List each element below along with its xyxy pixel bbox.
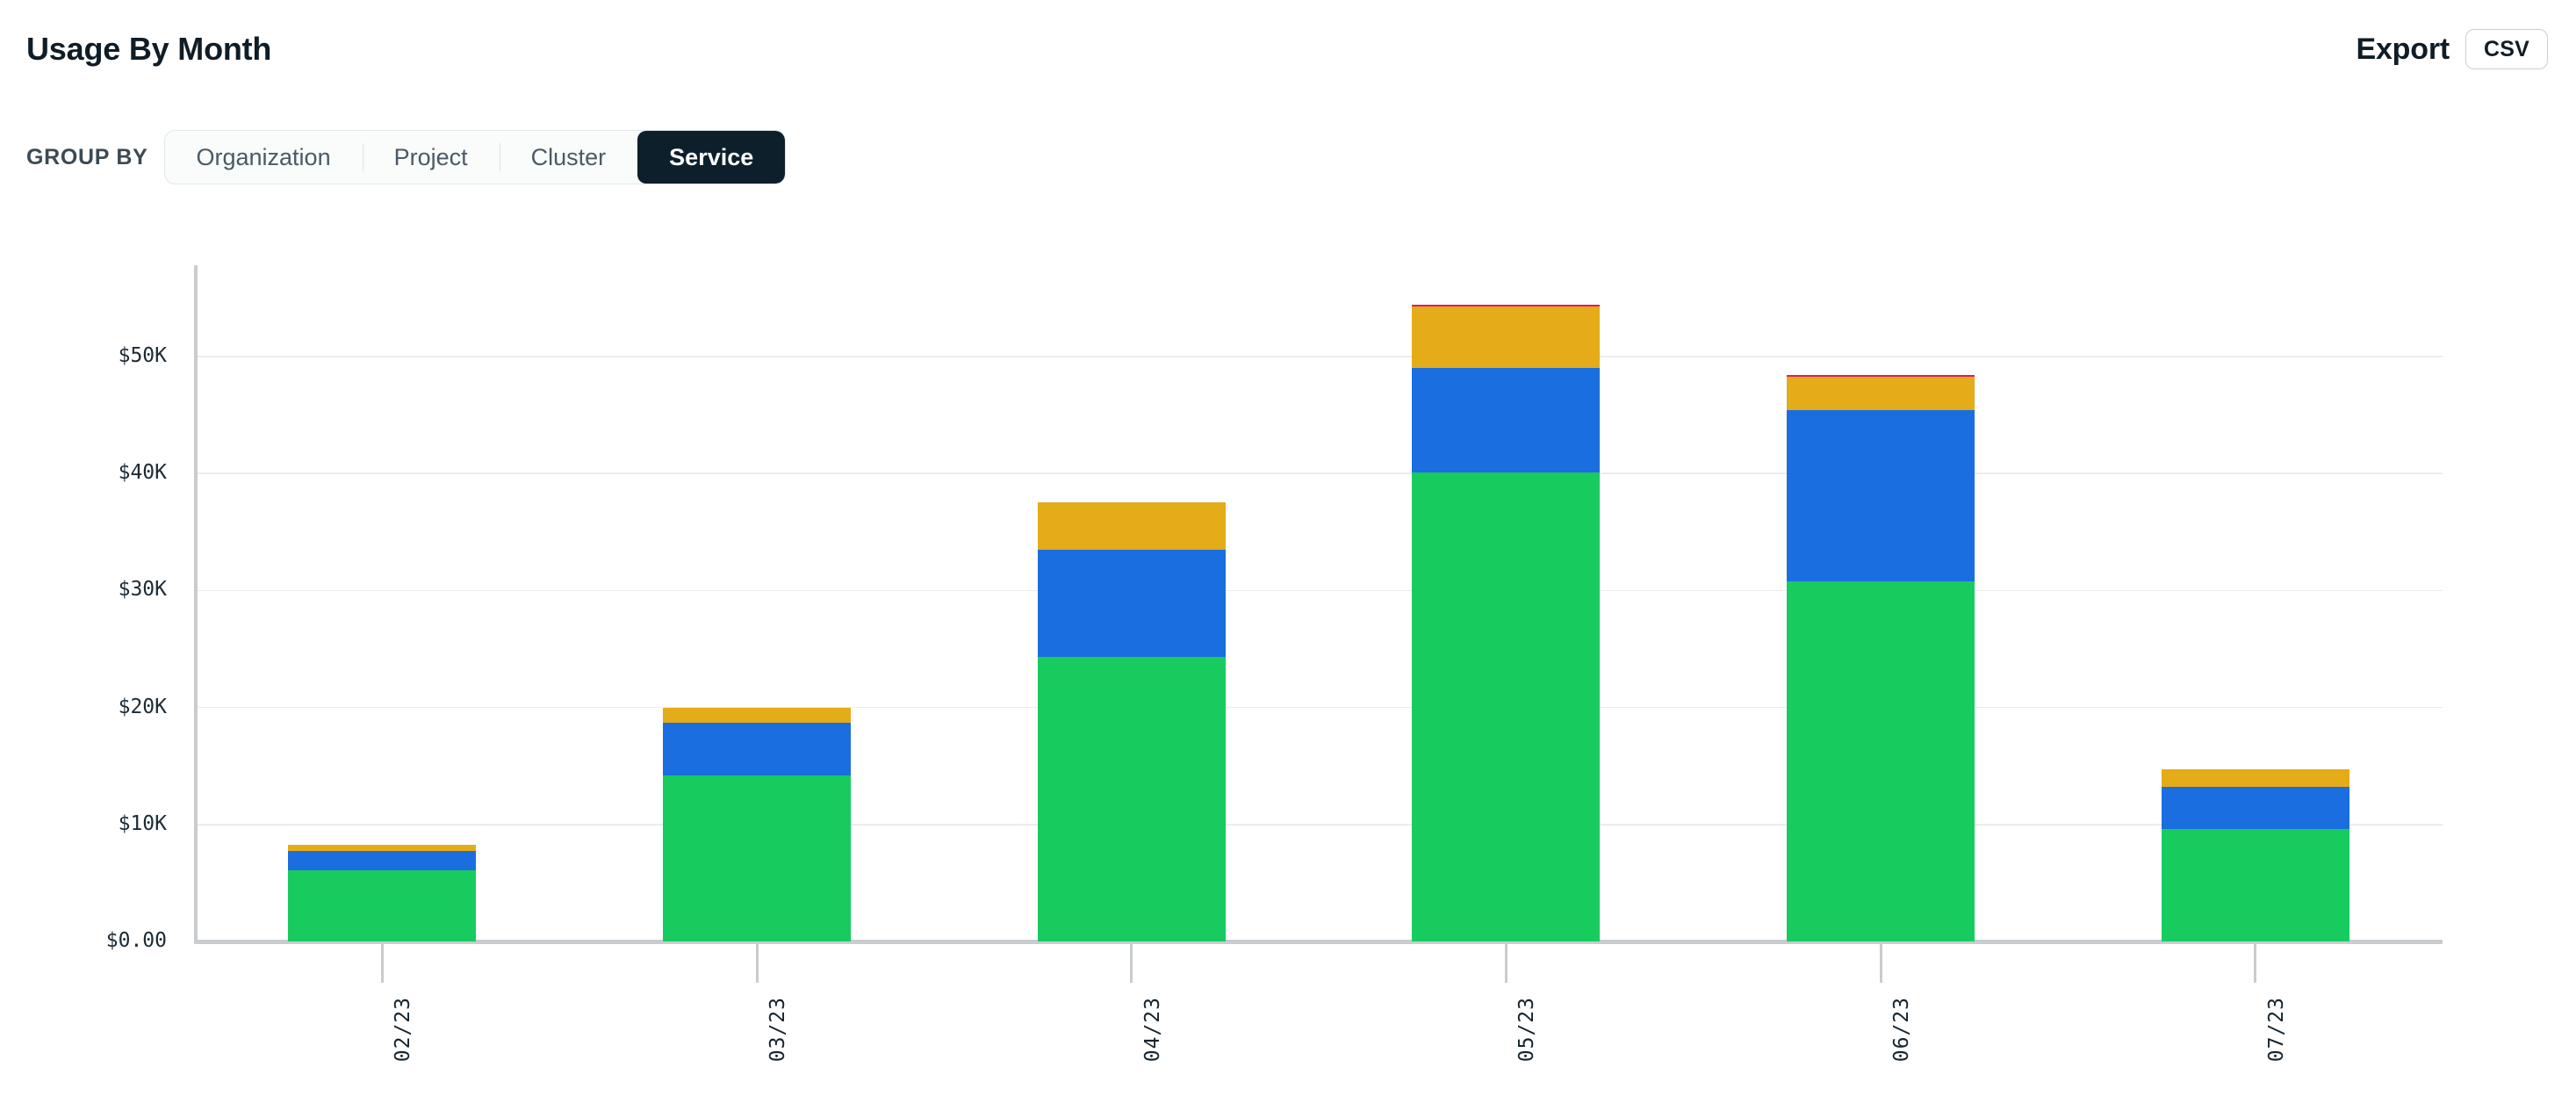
bar-segment-blue	[1787, 410, 1975, 581]
bar-05-23[interactable]	[1412, 304, 1601, 941]
gridline	[195, 472, 2443, 474]
group-by-option-organization[interactable]: Organization	[165, 131, 363, 184]
x-axis-tick	[380, 944, 384, 983]
gridline	[195, 824, 2443, 826]
x-axis-tick	[755, 944, 759, 983]
bar-segment-yellow	[2161, 769, 2349, 788]
x-axis-tick-label: 07/23	[2264, 997, 2288, 1063]
export-group: Export CSV	[2356, 29, 2548, 69]
x-axis-tick-label: 05/23	[1515, 997, 1539, 1063]
export-label: Export	[2356, 32, 2450, 66]
usage-by-month-page: Usage By Month Export CSV GROUP BY Organ…	[0, 0, 2576, 1096]
bar-07-23[interactable]	[2161, 769, 2349, 941]
bar-segment-blue	[1037, 549, 1226, 658]
y-axis-tick-label: $40K	[118, 461, 167, 485]
bar-06-23[interactable]	[1787, 374, 1975, 941]
bar-segment-yellow	[1787, 376, 1975, 411]
group-by-segmented-control[interactable]: Organization Project Cluster Service	[163, 130, 787, 184]
page-header: Usage By Month Export CSV	[0, 0, 2576, 98]
bar-segment-green	[1412, 472, 1601, 941]
x-axis-tick-label: 03/23	[766, 997, 789, 1063]
gridline	[195, 589, 2443, 592]
bar-segment-green	[1787, 580, 1975, 941]
bar-segment-yellow	[1037, 502, 1226, 550]
bar-segment-green	[663, 775, 851, 941]
group-by-row: GROUP BY Organization Project Cluster Servi…	[26, 130, 787, 184]
x-axis-tick-label: 06/23	[1890, 997, 1913, 1063]
group-by-option-service[interactable]: Service	[637, 131, 786, 184]
bar-segment-blue	[2161, 787, 2349, 830]
bar-segment-green	[2161, 829, 2349, 941]
x-axis-tick	[1879, 944, 1882, 983]
y-axis-tick-label: $30K	[118, 578, 167, 602]
x-axis-tick-label: 02/23	[392, 997, 415, 1063]
y-axis-tick-label: $0.00	[105, 929, 167, 952]
bar-segment-blue	[663, 722, 851, 775]
bar-segment-blue	[288, 850, 477, 870]
bar-segment-yellow	[663, 707, 851, 723]
y-axis-tick-label: $50K	[118, 343, 167, 367]
x-axis-tick	[1130, 944, 1133, 983]
bar-segment-yellow	[288, 844, 477, 851]
x-axis-tick	[1504, 944, 1507, 983]
group-by-label: GROUP BY	[26, 144, 148, 169]
x-axis-tick-label: 04/23	[1140, 997, 1164, 1063]
y-axis-tick-label: $10K	[118, 811, 167, 835]
x-axis-line	[194, 940, 2443, 944]
group-by-option-project[interactable]: Project	[362, 131, 500, 184]
bar-segment-blue	[1412, 368, 1601, 472]
export-csv-button[interactable]: CSV	[2464, 29, 2548, 69]
bar-segment-green	[1037, 657, 1226, 941]
gridline	[195, 706, 2443, 709]
y-axis-tick-label: $20K	[118, 695, 167, 718]
bar-02-23[interactable]	[288, 844, 477, 941]
page-title: Usage By Month	[26, 31, 272, 67]
x-axis-tick	[2254, 944, 2257, 983]
bar-03-23[interactable]	[663, 707, 851, 941]
group-by-option-cluster[interactable]: Cluster	[499, 131, 638, 184]
gridline	[195, 356, 2443, 357]
bar-04-23[interactable]	[1037, 502, 1226, 941]
bar-segment-yellow	[1412, 306, 1601, 369]
bar-segment-green	[288, 869, 477, 941]
y-axis-line	[194, 265, 198, 943]
